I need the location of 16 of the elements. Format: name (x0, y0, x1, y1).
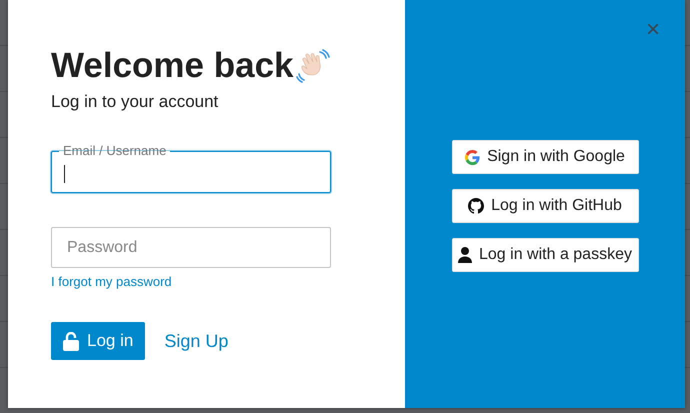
passkey-login-button[interactable]: Log in with a passkey (452, 238, 638, 272)
unlocked-padlock-icon (63, 332, 79, 350)
login-button[interactable]: Log in (51, 322, 146, 360)
google-g-icon (465, 150, 480, 164)
google-sign-in-button[interactable]: Sign in with Google (452, 140, 638, 174)
dialog-subtitle: Log in to your account (51, 92, 220, 112)
dialog-title: Welcome back (51, 46, 294, 86)
forgot-password-link[interactable]: I forgot my password (51, 274, 172, 289)
github-login-button[interactable]: Log in with GitHub (452, 189, 638, 223)
password-field[interactable]: Password (51, 227, 331, 268)
person-icon (458, 247, 472, 263)
waving-hand-icon (296, 48, 332, 84)
github-icon (468, 198, 484, 214)
close-button[interactable]: × (646, 18, 660, 42)
text-cursor (64, 165, 65, 183)
sign-up-link[interactable]: Sign Up (164, 330, 228, 352)
